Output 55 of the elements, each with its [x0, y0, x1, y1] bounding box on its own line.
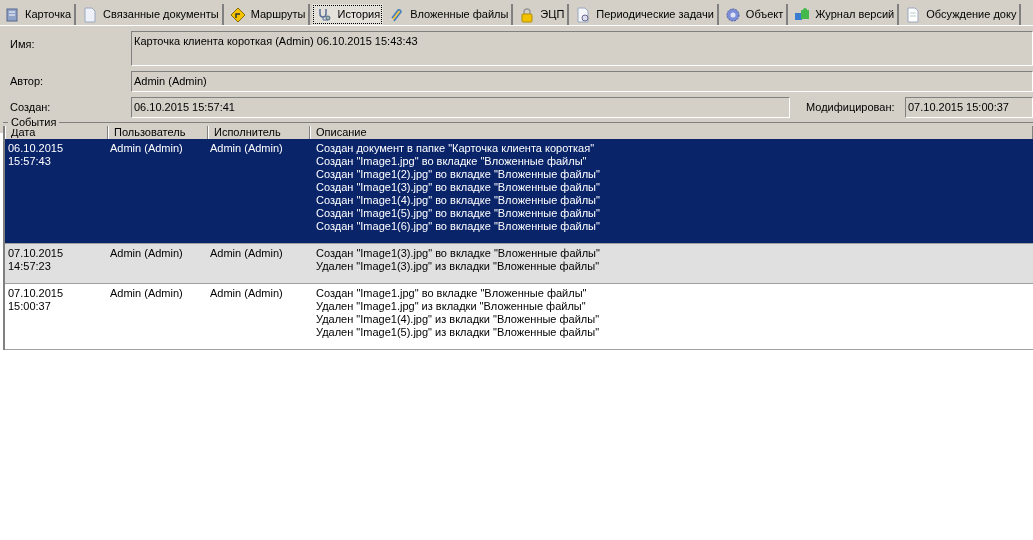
field-label: Создан: — [9, 100, 52, 116]
tab[interactable]: Обсуждение доку — [901, 4, 1022, 25]
road-sign-icon — [229, 6, 246, 23]
table-cell: Admin (Admin) — [110, 247, 183, 259]
card-icon — [4, 6, 20, 23]
tab[interactable]: ЭЦП — [515, 4, 570, 25]
date-cell-text: 15:00:37 — [8, 300, 52, 313]
description-line: Удален "Image1(4).jpg" из вкладки "Вложенные файлы" — [316, 313, 600, 326]
description-line: Создан "Image1(3).jpg" во вкладке "Вложенные файлы" — [316, 181, 600, 194]
document-icon — [82, 6, 99, 23]
date-cell-text: 07.10.2015 — [8, 287, 65, 300]
date-cell-text: 15:57:43 — [8, 155, 52, 168]
field-label: Имя: — [9, 37, 36, 52]
modified-field[interactable]: 07.10.2015 15:00:37 — [905, 97, 1033, 118]
table-cell: Admin (Admin) — [210, 287, 283, 299]
padlock-icon — [519, 6, 536, 23]
table-cell: Admin (Admin) — [210, 247, 283, 259]
description-line: Удален "Image1(5).jpg" из вкладки "Вложенные файлы" — [316, 326, 600, 339]
group-title: События — [8, 116, 60, 129]
tab[interactable]: Журнал версий — [790, 4, 900, 25]
tab[interactable]: Карточка — [0, 4, 77, 25]
description-line: Создан "Image1(3).jpg" во вкладке "Вложенные файлы" — [316, 247, 600, 260]
description-line: Создан "Image1.jpg" во вкладке "Вложенные файлы" — [316, 155, 587, 168]
description-line: Удален "Image1(3).jpg" из вкладки "Вложенные файлы" — [316, 260, 600, 273]
tab[interactable]: Периодические задачи — [571, 4, 719, 25]
puzzle-icon — [794, 6, 811, 23]
description-line: Создан "Image1.jpg" во вкладке "Вложенные файлы" — [316, 287, 587, 300]
document-icon — [905, 6, 922, 23]
description-line: Создан "Image1(2).jpg" во вкладке "Вложенные файлы" — [316, 168, 600, 181]
name-field[interactable]: Карточка клиента короткая (Admin) 06.10.2015 15:43:43 — [131, 31, 1033, 66]
date-cell-text: 07.10.2015 — [8, 247, 65, 260]
tab[interactable]: Маршруты — [225, 4, 311, 25]
table-cell: Admin (Admin) — [110, 142, 183, 154]
event-row[interactable] — [5, 139, 1033, 244]
table-cell: Admin (Admin) — [210, 142, 283, 154]
tab[interactable]: Объект — [720, 4, 789, 25]
field-label: Модифицирован: — [805, 100, 896, 116]
author-field[interactable]: Admin (Admin) — [131, 71, 1033, 92]
tab[interactable]: История — [312, 4, 384, 25]
event-row[interactable]: 07.10.2015 14:57:23 Admin (Admin) Admin (Admin) Создан "Image1(3).jpg" во вкладке "Вложенные файлы" Удален "Image1(3).jpg" из вкладки "Вложенные файлы" — [5, 244, 1033, 284]
table-cell: Admin (Admin) — [110, 287, 183, 299]
tab[interactable]: Связанные документы — [78, 4, 224, 25]
description-line: Создан "Image1(4).jpg" во вкладке "Вложенные файлы" — [316, 194, 600, 207]
field-label: Автор: — [9, 74, 45, 90]
description-line: Создан "Image1(5).jpg" во вкладке "Вложенные файлы" — [316, 207, 600, 220]
tab[interactable]: Вложенные файлы — [385, 4, 514, 25]
description-line: Создан "Image1(6).jpg" во вкладке "Вложенные файлы" — [316, 220, 600, 233]
date-cell-text: 06.10.2015 — [8, 142, 65, 155]
created-field[interactable]: 06.10.2015 15:57:41 — [131, 97, 790, 118]
clock-document-icon — [575, 6, 592, 23]
gear-icon — [724, 6, 741, 23]
date-cell-text: 14:57:23 — [8, 260, 52, 273]
description-line: Создан документ в папке "Карточка клиента короткая" — [316, 142, 595, 155]
description-line: Удален "Image1.jpg" из вкладки "Вложенные файлы" — [316, 300, 586, 313]
stethoscope-icon — [316, 6, 333, 23]
